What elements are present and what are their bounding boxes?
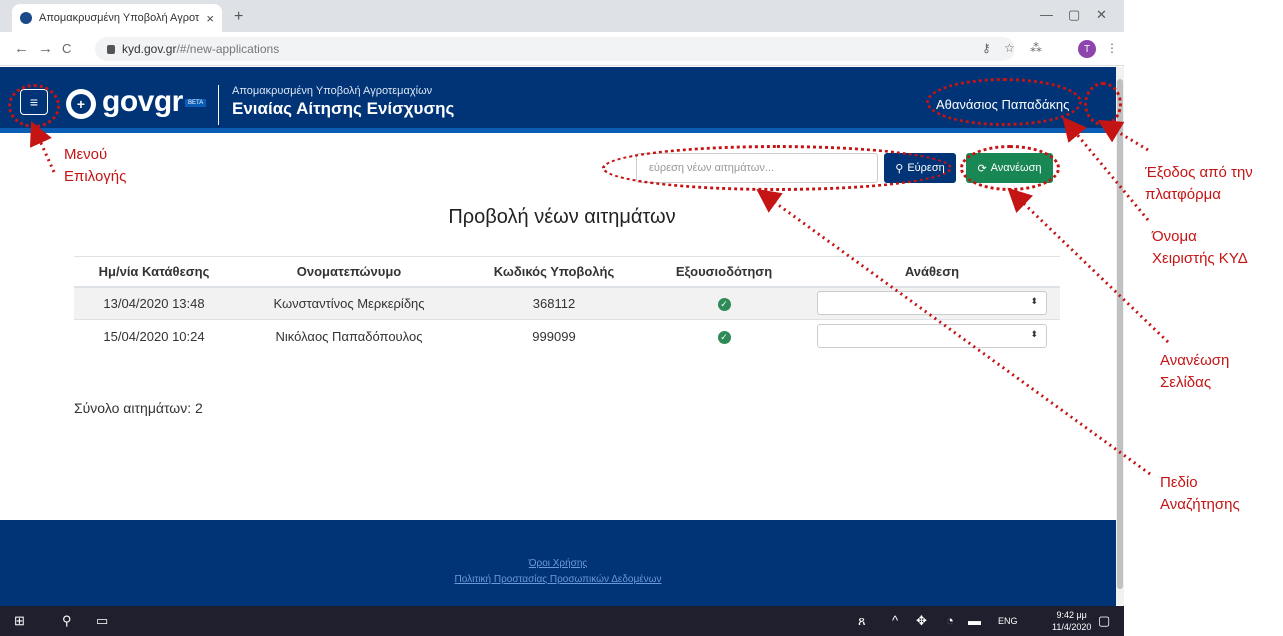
search-note-line1: Πεδίο bbox=[1160, 474, 1198, 491]
operator-note-line2: Χειριστής ΚΥΔ bbox=[1152, 250, 1248, 267]
menu-note-line1: Μενού bbox=[64, 146, 108, 163]
operator-arrow bbox=[1062, 116, 1150, 221]
menu-note: Μενού Επιλογής bbox=[64, 144, 126, 188]
refresh-note: Ανανέωση Σελίδας bbox=[1160, 350, 1229, 394]
logout-note: Έξοδος από την πλατφόρμα bbox=[1145, 162, 1253, 206]
menu-note-line2: Επιλογής bbox=[64, 168, 127, 185]
annotation-arrows bbox=[29, 116, 1170, 476]
refresh-note-line1: Ανανέωση bbox=[1160, 352, 1230, 369]
logout-note-line1: Έξοδος από την bbox=[1145, 164, 1253, 181]
search-note-line2: Αναζήτησης bbox=[1160, 496, 1240, 513]
menu-arrow bbox=[29, 121, 56, 173]
refresh-arrow bbox=[1007, 187, 1170, 344]
logout-arrow bbox=[1097, 119, 1149, 152]
logout-note-line2: πλατφόρμα bbox=[1145, 186, 1221, 203]
search-note: Πεδίο Αναζήτησης bbox=[1160, 472, 1240, 516]
operator-note-line1: Όνομα bbox=[1152, 228, 1197, 245]
search-arrow bbox=[756, 188, 1151, 476]
operator-note: Όνομα Χειριστής ΚΥΔ bbox=[1152, 226, 1248, 270]
refresh-note-line2: Σελίδας bbox=[1160, 374, 1212, 391]
